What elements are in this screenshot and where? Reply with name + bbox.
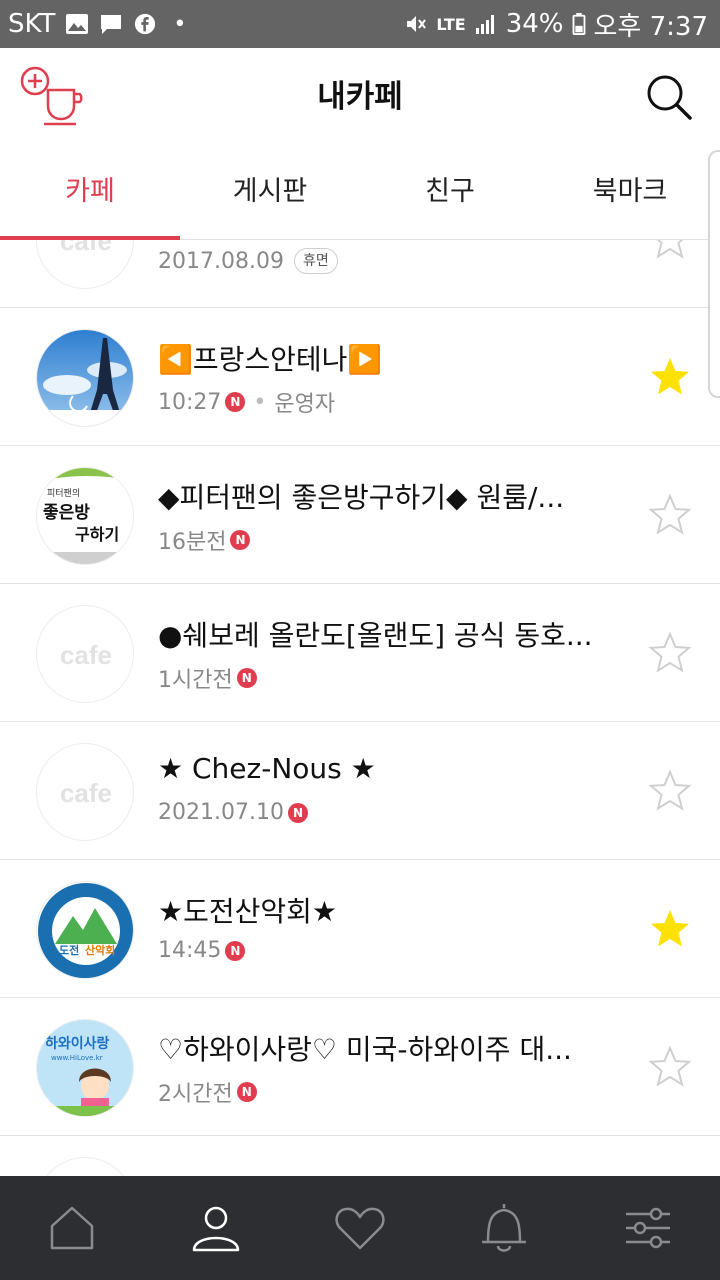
tab-board[interactable]: 게시판 bbox=[180, 146, 360, 240]
new-badge: N bbox=[236, 1082, 257, 1102]
favorite-star-icon[interactable] bbox=[648, 355, 692, 399]
cafe-placeholder-logo: cafe bbox=[59, 639, 113, 670]
cafe-avatar bbox=[36, 329, 134, 427]
settings-sliders-icon[interactable] bbox=[620, 1200, 676, 1256]
logo-line-1: 도전 bbox=[59, 943, 79, 957]
new-badge: N bbox=[287, 802, 308, 823]
tab-friends[interactable]: 친구 bbox=[360, 146, 540, 240]
cafe-name: ★ Chez-Nous ★ bbox=[158, 752, 376, 785]
cafe-meta: 2021.07.10 N bbox=[158, 800, 308, 825]
last-activity: 2시간전 bbox=[158, 1082, 233, 1107]
new-badge: N bbox=[225, 940, 246, 961]
peterpan-logo: 피터팬의 좋은방 구하기 bbox=[37, 468, 133, 564]
cafe-avatar: 피터팬의 좋은방 구하기 bbox=[36, 467, 134, 565]
cafe-name: ●쉐보레 올란도[올랜도] 공식 동호... bbox=[158, 619, 593, 652]
eiffel-tower-logo bbox=[37, 330, 133, 426]
favorite-star-icon[interactable] bbox=[648, 493, 692, 537]
cafe-list-item[interactable] bbox=[0, 1136, 720, 1176]
active-tab-indicator bbox=[0, 236, 180, 240]
bottom-navigation bbox=[0, 1176, 720, 1280]
cafe-avatar: cafe bbox=[36, 240, 134, 289]
cafe-avatar: 하와이사랑 www.HiLove.kr bbox=[36, 1019, 134, 1117]
person-icon[interactable] bbox=[188, 1200, 244, 1256]
cafe-list-item[interactable]: 피터팬의 좋은방 구하기 ◆피터팬의 좋은방구하기◆ 원룸/... 16분전 N bbox=[0, 446, 720, 584]
cafe-placeholder-logo: cafe bbox=[59, 777, 113, 808]
signal-icon bbox=[475, 15, 494, 34]
cafe-meta: 2시간전 N bbox=[158, 1076, 257, 1108]
favorite-star-icon[interactable] bbox=[648, 1045, 692, 1089]
member-role: 운영자 bbox=[274, 392, 336, 417]
cafe-list-item[interactable]: 하와이사랑 www.HiLove.kr ♡하와이사랑♡ 미국-하와이주 대...… bbox=[0, 998, 720, 1136]
cafe-name: ◀️프랑스안테나▶️ bbox=[158, 343, 383, 376]
cafe-meta: 10:27 N • 운영자 bbox=[158, 386, 335, 418]
logo-line-1: 하와이사랑 bbox=[45, 1035, 110, 1052]
cafe-list-item[interactable]: ◀️프랑스안테나▶️ 10:27 N • 운영자 bbox=[0, 308, 720, 446]
logo-line-2: www.HiLove.kr bbox=[51, 1054, 103, 1062]
cafe-name: ◆피터팬의 좋은방구하기◆ 원룸/... bbox=[158, 481, 565, 514]
gallery-notification-icon bbox=[66, 14, 89, 34]
carrier-label: SKT bbox=[8, 9, 56, 39]
home-icon[interactable] bbox=[44, 1200, 100, 1256]
clock: 오후 7:37 bbox=[593, 11, 709, 42]
message-notification-icon bbox=[101, 15, 122, 34]
battery-percent: 34% bbox=[505, 9, 564, 39]
cafe-placeholder-logo: cafe bbox=[59, 240, 113, 256]
favorite-star-icon[interactable] bbox=[648, 631, 692, 675]
last-activity: 10:27 bbox=[158, 389, 222, 415]
cafe-meta: 1시간전 N bbox=[158, 662, 257, 694]
dormant-badge: 휴면 bbox=[293, 248, 338, 274]
cafe-list-item[interactable]: cafe 2017.08.09 휴면 bbox=[0, 240, 720, 308]
page-title: 내카페 bbox=[317, 79, 403, 115]
last-activity: 14:45 bbox=[158, 938, 222, 963]
cafe-meta: 14:45 N bbox=[158, 938, 246, 963]
cafe-list-item[interactable]: 도전 산악회 ★도전산악회★ 14:45 N bbox=[0, 860, 720, 998]
cafe-avatar: cafe bbox=[36, 605, 134, 703]
tab-cafe[interactable]: 카페 bbox=[0, 146, 180, 240]
cafe-list-item[interactable]: cafe ●쉐보레 올란도[올랜도] 공식 동호... 1시간전 N bbox=[0, 584, 720, 722]
bell-icon[interactable] bbox=[476, 1200, 532, 1256]
alpine-club-logo: 도전 산악회 bbox=[38, 883, 133, 978]
cafe-placeholder-logo bbox=[37, 1158, 133, 1176]
network-type-label: LTE bbox=[436, 14, 466, 34]
cafe-name: ★도전산악회★ bbox=[158, 895, 338, 928]
tab-bookmark[interactable]: 북마크 bbox=[540, 146, 720, 240]
new-badge: N bbox=[236, 668, 257, 688]
last-activity: 16분전 bbox=[158, 530, 227, 555]
cafe-list-item[interactable]: cafe ★ Chez-Nous ★ 2021.07.10 N bbox=[0, 722, 720, 860]
search-icon[interactable] bbox=[644, 72, 694, 122]
heart-icon[interactable] bbox=[332, 1200, 388, 1256]
logo-line-1: 피터팬의 bbox=[47, 488, 80, 499]
mute-icon bbox=[407, 16, 427, 32]
favorite-star-icon[interactable] bbox=[648, 907, 692, 951]
logo-line-3: 구하기 bbox=[75, 525, 119, 544]
edge-panel-handle[interactable] bbox=[708, 150, 720, 398]
cafe-meta: 2017.08.09 휴면 bbox=[158, 248, 338, 274]
last-activity: 2017.08.09 bbox=[158, 248, 284, 274]
new-badge: N bbox=[225, 392, 246, 412]
last-activity: 2021.07.10 bbox=[158, 800, 284, 825]
status-bar: SKT • LTE 34% 오후 7:37 bbox=[0, 0, 720, 48]
favorite-star-icon[interactable] bbox=[648, 769, 692, 813]
logo-line-2: 좋은방 bbox=[43, 503, 90, 523]
cafe-list[interactable]: cafe 2017.08.09 휴면 ◀️프랑스안테나▶️ 10:27 N • bbox=[0, 240, 720, 1176]
cafe-meta: 16분전 N bbox=[158, 524, 251, 556]
tab-bar: 카페 게시판 친구 북마크 bbox=[0, 146, 720, 240]
logo-line-2: 산악회 bbox=[85, 943, 115, 957]
facebook-notification-icon bbox=[135, 13, 156, 35]
last-activity: 1시간전 bbox=[158, 668, 233, 693]
hawaii-love-logo: 하와이사랑 www.HiLove.kr bbox=[37, 1020, 133, 1116]
favorite-star-icon[interactable] bbox=[648, 240, 692, 261]
separator-dot: • bbox=[253, 389, 267, 415]
new-badge: N bbox=[230, 530, 251, 550]
cafe-name: ♡하와이사랑♡ 미국-하와이주 대... bbox=[158, 1033, 572, 1066]
battery-icon bbox=[572, 13, 585, 35]
app-bar: 내카페 bbox=[0, 48, 720, 146]
cafe-avatar: cafe bbox=[36, 743, 134, 841]
more-notifications-dot: • bbox=[173, 11, 187, 37]
cafe-avatar: 도전 산악회 bbox=[36, 881, 134, 979]
cafe-avatar bbox=[36, 1157, 134, 1176]
